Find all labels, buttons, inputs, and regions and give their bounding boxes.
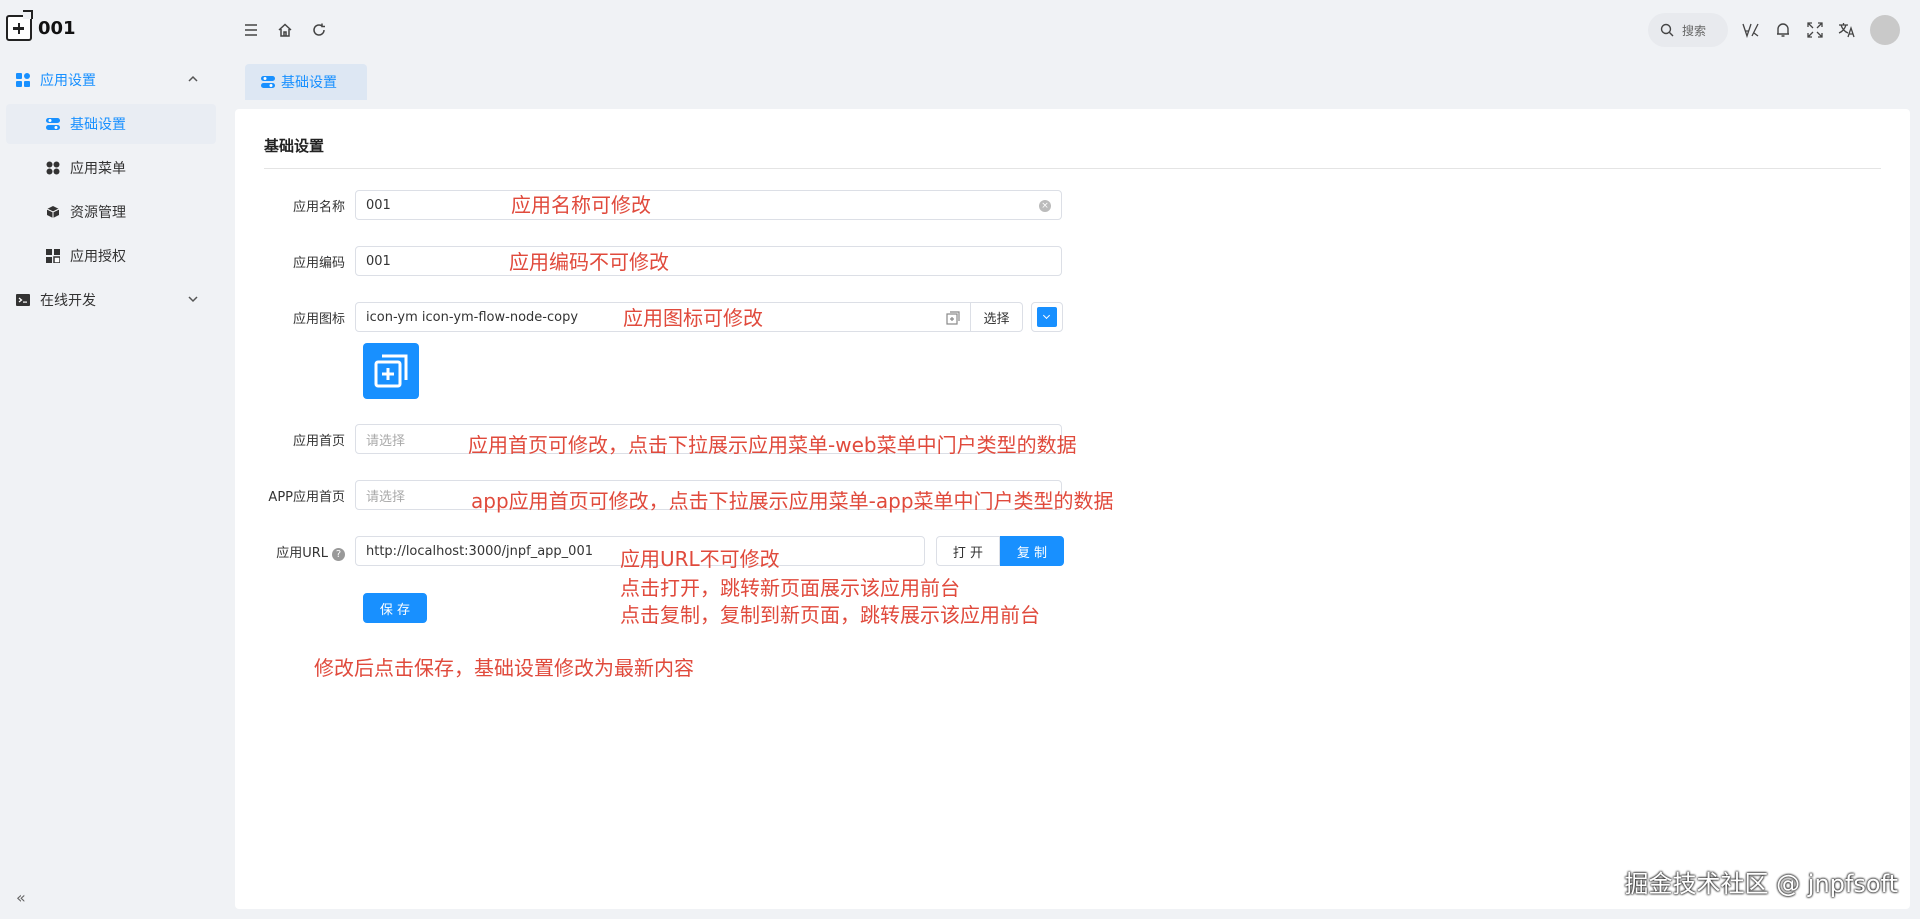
sidebar-item-app-authorization[interactable]: 应用授权 bbox=[6, 236, 216, 276]
terminal-icon bbox=[16, 294, 30, 306]
page-title: 基础设置 bbox=[264, 137, 325, 155]
fullscreen-icon[interactable] bbox=[1806, 21, 1824, 39]
app-title: 001 bbox=[38, 17, 76, 39]
annotation-copy: 点击复制，复制到新页面，跳转展示该应用前台 bbox=[620, 603, 1040, 627]
annotation-save: 修改后点击保存，基础设置修改为最新内容 bbox=[314, 656, 694, 680]
sidebar-group-app-settings[interactable]: 应用设置 bbox=[0, 60, 230, 100]
toggle-settings-icon bbox=[46, 118, 60, 130]
watermark: 掘金技术社区 @ jnpfsoft bbox=[1624, 870, 1898, 898]
home-page-label: 应用首页 bbox=[292, 433, 345, 449]
annotation-app-home-page: app应用首页可修改，点击下拉展示应用菜单-app菜单中门户类型的数据 bbox=[471, 489, 1114, 513]
app-settings-icon bbox=[16, 73, 30, 87]
grid-menu-icon bbox=[46, 161, 60, 175]
menu-toggle-icon[interactable] bbox=[242, 21, 260, 39]
app-code-input[interactable]: 001 bbox=[355, 246, 1062, 276]
search-icon bbox=[1660, 23, 1674, 37]
help-icon[interactable]: ? bbox=[332, 547, 345, 561]
app-home-page-label: APP应用首页 bbox=[268, 489, 345, 505]
sidebar: 001 应用设置 基础设置 应用菜单 资源管理 应用授权 在线开发 « bbox=[0, 0, 230, 919]
cube-icon bbox=[46, 206, 60, 218]
icon-picker-icon[interactable] bbox=[946, 311, 960, 325]
home-icon[interactable] bbox=[276, 21, 294, 39]
annotation-home-page: 应用首页可修改，点击下拉展示应用菜单-web菜单中门户类型的数据 bbox=[468, 433, 1077, 457]
toggle-settings-icon bbox=[261, 76, 275, 88]
app-icon-label: 应用图标 bbox=[292, 311, 345, 327]
chevron-down-icon bbox=[188, 296, 198, 303]
collapse-sidebar-button[interactable]: « bbox=[16, 888, 26, 907]
color-swatch bbox=[1037, 307, 1057, 327]
sidebar-item-resource-management[interactable]: 资源管理 bbox=[6, 192, 216, 232]
annotation-app-url: 应用URL不可修改 bbox=[620, 547, 780, 571]
sidebar-menu: 应用设置 基础设置 应用菜单 资源管理 应用授权 在线开发 bbox=[0, 60, 230, 324]
annotation-app-icon: 应用图标可修改 bbox=[623, 306, 763, 330]
main-panel: 基础设置 应用名称 001 × 应用编码 001 应用图标 icon-ym ic… bbox=[235, 109, 1910, 909]
icon-color-picker[interactable] bbox=[1031, 302, 1063, 332]
tab-basic-settings[interactable]: 基础设置 bbox=[245, 64, 367, 100]
translate-icon[interactable] bbox=[1838, 21, 1856, 39]
app-code-label: 应用编码 bbox=[292, 255, 345, 271]
flow-node-copy-icon bbox=[374, 354, 408, 388]
user-avatar[interactable] bbox=[1870, 15, 1900, 45]
font-size-icon[interactable] bbox=[1742, 21, 1760, 39]
sidebar-item-basic-settings[interactable]: 基础设置 bbox=[6, 104, 216, 144]
logo-icon bbox=[6, 10, 33, 41]
annotation-open: 点击打开，跳转新页面展示该应用前台 bbox=[620, 576, 960, 600]
top-header: 搜索 bbox=[230, 0, 1920, 60]
global-search[interactable]: 搜索 bbox=[1648, 13, 1728, 47]
sidebar-item-app-menu[interactable]: 应用菜单 bbox=[6, 148, 216, 188]
app-name-input[interactable]: 001 × bbox=[355, 190, 1062, 220]
save-button[interactable]: 保 存 bbox=[363, 593, 427, 623]
clear-icon[interactable]: × bbox=[1039, 200, 1051, 212]
notification-bell-icon[interactable] bbox=[1774, 21, 1792, 39]
app-url-label: 应用URL? bbox=[235, 542, 355, 561]
refresh-icon[interactable] bbox=[310, 21, 328, 39]
authorize-icon bbox=[46, 249, 60, 263]
annotation-app-code: 应用编码不可修改 bbox=[509, 250, 669, 274]
sidebar-group-online-dev[interactable]: 在线开发 bbox=[0, 280, 230, 320]
chevron-up-icon bbox=[188, 75, 198, 82]
title-divider bbox=[264, 168, 1881, 169]
copy-url-button[interactable]: 复 制 bbox=[1000, 536, 1064, 566]
select-icon-button[interactable]: 选择 bbox=[971, 302, 1023, 332]
app-icon-preview bbox=[363, 343, 419, 399]
tab-bar: 基础设置 bbox=[245, 64, 367, 100]
annotation-app-name: 应用名称可修改 bbox=[511, 193, 651, 217]
app-logo[interactable]: 001 bbox=[6, 10, 76, 44]
app-name-label: 应用名称 bbox=[292, 199, 345, 215]
open-url-button[interactable]: 打 开 bbox=[936, 536, 1000, 566]
